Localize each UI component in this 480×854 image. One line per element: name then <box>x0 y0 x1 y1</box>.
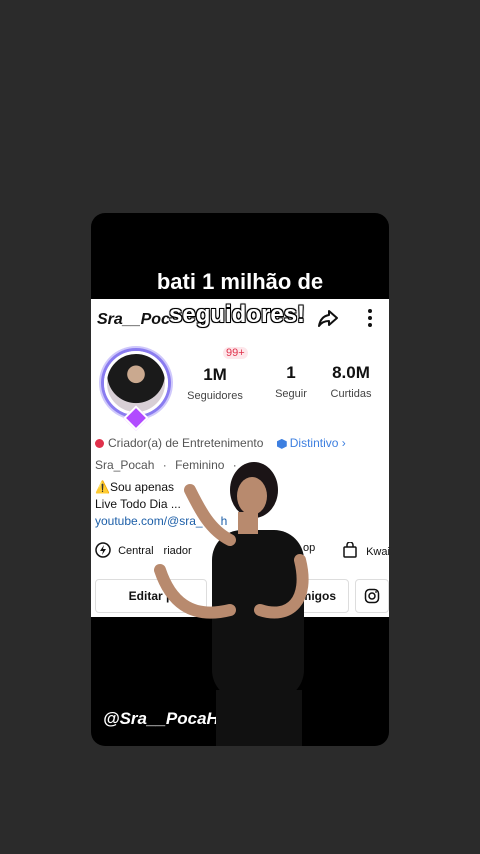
stat-value: 1 <box>286 363 296 382</box>
dancing-person-figure <box>154 462 309 746</box>
creator-center-label: Central <box>118 545 154 557</box>
stat-value: 1M <box>203 365 227 384</box>
profile-username: Sra__Poc <box>97 311 170 328</box>
stat-followers[interactable]: 1M Seguidores <box>181 365 249 402</box>
caption-first-line: bati 1 milhão de <box>156 269 324 294</box>
category-label: Criador(a) de Entretenimento <box>108 436 264 450</box>
verified-icon <box>95 439 104 449</box>
kwai-button[interactable]: Kwai <box>343 541 389 558</box>
kwai-label: Kwai <box>366 546 389 558</box>
distinct-icon <box>276 438 287 449</box>
category-row: Criador(a) de Entretenimento Distintivo … <box>95 436 346 450</box>
handle-label: Sra_Pocah <box>95 458 155 472</box>
bag-icon <box>343 541 357 558</box>
stat-value: 8.0M <box>332 363 370 382</box>
stat-label: Curtidas <box>330 388 372 400</box>
stat-following[interactable]: 1 Seguir <box>263 363 319 400</box>
more-options-icon[interactable] <box>361 307 379 329</box>
stat-label: Seguidores <box>187 390 243 402</box>
instagram-icon <box>364 588 380 604</box>
distinct-label: Distintivo <box>289 436 339 450</box>
caption-second-line: seguidores! <box>169 301 306 328</box>
stat-label: Seguir <box>275 388 307 400</box>
distinct-badge[interactable]: Distintivo › <box>276 436 346 450</box>
profile-stats: 99+ 1M Seguidores 1 Seguir 8.0M Curtidas <box>181 339 381 409</box>
notification-badge: 99+ <box>223 347 248 359</box>
avatar-frame[interactable] <box>94 341 174 431</box>
instagram-button[interactable] <box>355 579 389 613</box>
share-icon[interactable] <box>316 306 340 330</box>
stat-likes[interactable]: 8.0M Curtidas <box>321 363 381 400</box>
lightning-icon <box>95 542 111 558</box>
